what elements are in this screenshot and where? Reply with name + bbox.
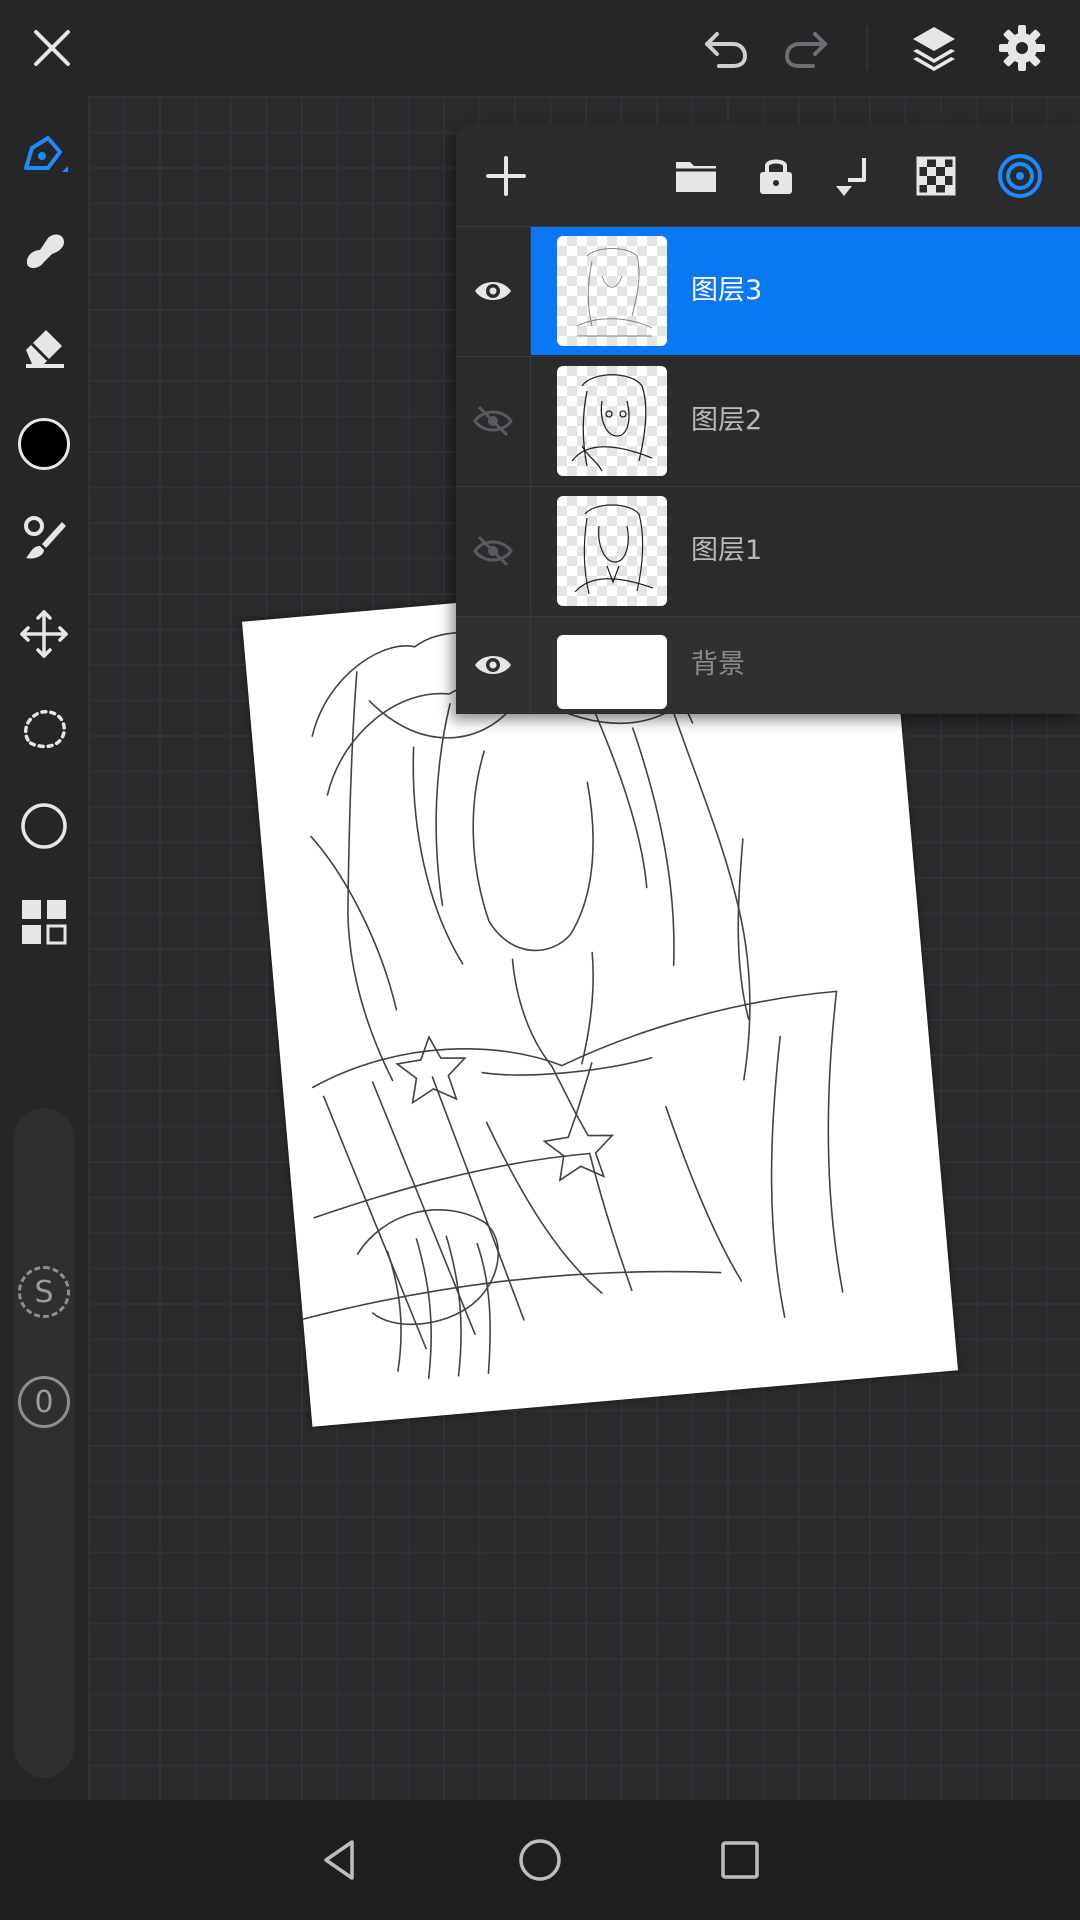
nav-home-button[interactable] (510, 1830, 570, 1890)
layer-main[interactable]: 图层3 (531, 227, 1080, 355)
new-folder-button[interactable] (666, 146, 726, 206)
shape-tool-button[interactable] (14, 796, 74, 856)
size-opacity-slider[interactable] (14, 1108, 74, 1778)
toolbar-separator (866, 26, 868, 70)
eye-icon (475, 656, 511, 674)
layers-panel-pointer (914, 104, 954, 124)
layers-toolbar (456, 124, 1080, 226)
back-triangle-icon (324, 1840, 354, 1880)
redo-button[interactable] (776, 18, 836, 78)
blend-mode-button[interactable] (990, 146, 1050, 206)
visibility-toggle[interactable] (456, 487, 531, 615)
nav-back-button[interactable] (310, 1830, 370, 1890)
recents-square-icon (721, 1841, 759, 1879)
brush-settings-button[interactable] (14, 508, 74, 568)
layer-name: 图层1 (691, 535, 763, 566)
circle-icon (21, 803, 67, 849)
merge-down-button[interactable] (826, 146, 886, 206)
blend-mode-icon (998, 154, 1042, 198)
eraser-tool-button[interactable] (14, 316, 74, 376)
smudge-icon (26, 234, 64, 269)
opacity-badge[interactable]: 0 (18, 1376, 70, 1428)
size-badge[interactable]: S (18, 1266, 70, 1318)
lasso-select-button[interactable] (14, 700, 74, 760)
redo-icon (784, 32, 827, 68)
brush-icon (24, 516, 66, 559)
eye-hidden-icon (473, 405, 513, 437)
top-bar (0, 0, 1080, 96)
layers-panel: 图层3 图层2 图层1 背景 (456, 124, 1080, 714)
folder-icon (676, 162, 716, 192)
pen-tool-button[interactable] (14, 124, 74, 184)
color-swatch (18, 418, 70, 470)
smudge-tool-button[interactable] (14, 220, 74, 280)
eye-icon (475, 282, 511, 300)
pen-icon (24, 136, 68, 172)
nav-recents-button[interactable] (710, 1830, 770, 1890)
layer-name: 图层3 (691, 275, 763, 306)
layer-thumbnail (557, 635, 667, 709)
layer-row-2[interactable]: 图层2 (456, 356, 1080, 485)
transparency-button[interactable] (906, 146, 966, 206)
add-layer-button[interactable] (476, 146, 536, 206)
layers-button[interactable] (904, 18, 964, 78)
app-root: S 0 图层3 图层2 图层1 背景 (0, 0, 1080, 1920)
merge-down-icon (836, 158, 866, 196)
layers-icon (913, 27, 955, 71)
system-nav-bar (0, 1800, 1080, 1920)
left-toolbar: S 0 (0, 96, 88, 1800)
grid-icon (22, 900, 67, 945)
layer-thumbnail (557, 496, 667, 606)
settings-button[interactable] (992, 18, 1052, 78)
layer-main[interactable]: 背景 (531, 617, 1080, 713)
layer-row-background[interactable]: 背景 (456, 616, 1080, 713)
layer-thumbnail (557, 236, 667, 346)
close-button[interactable] (22, 18, 82, 78)
close-icon (34, 30, 70, 66)
lasso-icon (23, 709, 66, 749)
gear-icon (999, 25, 1045, 71)
undo-icon (705, 32, 748, 68)
eye-hidden-icon (473, 535, 513, 567)
visibility-toggle[interactable] (456, 617, 531, 713)
lock-icon (760, 159, 792, 194)
panels-button[interactable] (14, 892, 74, 952)
layer-thumbnail (557, 366, 667, 476)
plus-icon (486, 156, 526, 196)
layer-row-3[interactable]: 图层3 (456, 226, 1080, 355)
layer-name: 背景 (691, 649, 745, 680)
visibility-toggle[interactable] (456, 357, 531, 485)
layer-main[interactable]: 图层2 (531, 357, 1080, 485)
transform-tool-button[interactable] (14, 604, 74, 664)
layer-row-1[interactable]: 图层1 (456, 486, 1080, 615)
layer-main[interactable]: 图层1 (531, 487, 1080, 615)
checkerboard-icon (916, 156, 956, 196)
lock-layer-button[interactable] (746, 146, 806, 206)
home-circle-icon (519, 1839, 561, 1881)
move-icon (20, 610, 68, 658)
visibility-toggle[interactable] (456, 227, 531, 355)
undo-button[interactable] (696, 18, 756, 78)
color-swatch-button[interactable] (14, 414, 74, 474)
eraser-icon (26, 330, 64, 368)
layer-name: 图层2 (691, 405, 763, 436)
